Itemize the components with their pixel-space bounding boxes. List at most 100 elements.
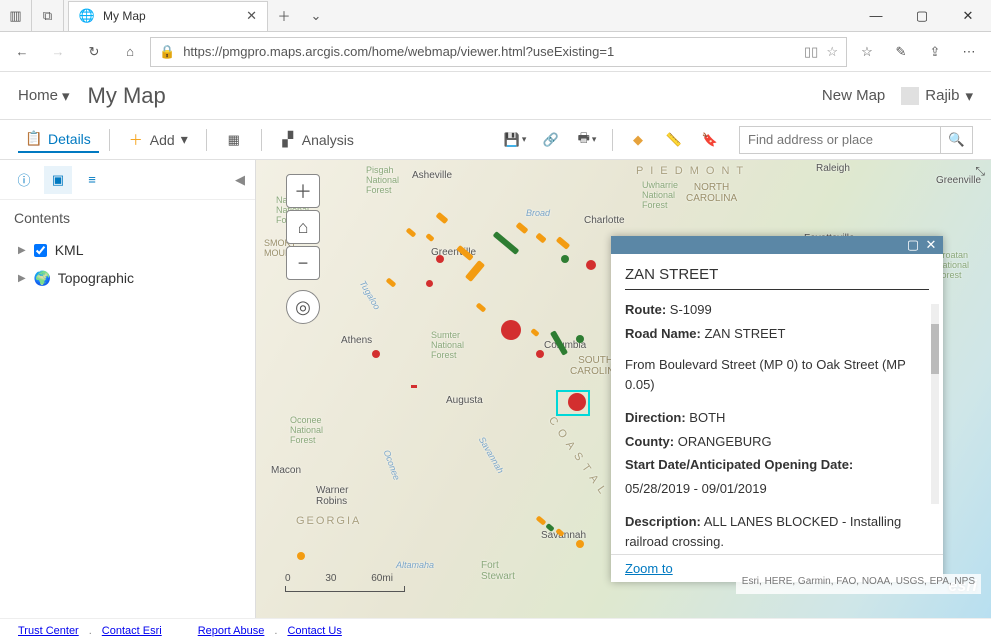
footer-trust-center[interactable]: Trust Center [18,625,79,637]
basemap-button[interactable]: ▦ [217,126,251,154]
map-marker[interactable] [576,335,584,343]
map-zoom-controls: ＋ ⌂ − ◎ [286,174,320,324]
map-city-label: Greenville [936,175,981,186]
sidebar-tab-content[interactable]: ▣ [44,166,72,194]
map-marker[interactable] [536,350,544,358]
directions-button[interactable]: ◆ [621,126,655,154]
zoom-in-button[interactable]: ＋ [286,174,320,208]
zoom-to-link[interactable]: Zoom to [625,561,673,576]
popup-scrollbar[interactable] [931,304,939,504]
expand-triangle-icon[interactable]: ▶ [18,273,26,284]
lock-icon: 🔒 [159,44,175,60]
layer-name: KML [55,242,84,258]
footer-contact-us[interactable]: Contact Us [287,625,341,637]
map-canvas[interactable]: ⤡ P I E D M O N T NORTH CAROLINA SOUTH C… [256,160,991,618]
scrollbar-thumb[interactable] [931,324,939,374]
popup-maximize-icon[interactable]: ▢ [905,237,921,253]
page-title: My Map [88,83,166,109]
sidebar-tab-legend[interactable]: ≡ [78,166,106,194]
layers-icon: ▣ [52,172,64,188]
search-button[interactable]: 🔍 [940,127,972,153]
map-city-label: Raleigh [816,163,850,174]
popup-field-date: 05/28/2019 - 09/01/2019 [625,479,929,499]
maximize-button[interactable]: ▢ [899,0,945,32]
collapse-sidebar-icon[interactable]: ◀ [235,172,245,188]
url-box[interactable]: 🔒 ▯▯ ☆ [150,37,847,67]
nav-forward-button[interactable]: → [42,36,74,68]
more-icon[interactable]: ⋯ [953,36,985,68]
map-forest-label: Fort Stewart [481,560,515,582]
analysis-icon: ▞ [280,132,296,148]
popup-close-icon[interactable]: ✕ [923,237,939,253]
layer-checkbox[interactable] [34,244,47,257]
map-city-label: Augusta [446,395,483,406]
scalebar-line [285,586,405,592]
home-button[interactable]: ⌂ [114,36,146,68]
info-icon: ⓘ [17,170,30,189]
header-home-label: Home [18,87,58,104]
close-window-button[interactable]: ✕ [945,0,991,32]
analysis-label: Analysis [302,132,354,148]
sidebar-tabs: ⓘ ▣ ≡ ◀ [0,160,255,200]
share-icon[interactable]: ⇪ [919,36,951,68]
analysis-button[interactable]: ▞ Analysis [272,128,362,152]
popup-title: ZAN STREET [625,266,929,290]
sidebar-item-topographic[interactable]: ▶ 🌍 Topographic [0,264,255,292]
share-button[interactable]: 🔗 [534,126,568,154]
sidebar-tab-about[interactable]: ⓘ [10,166,38,194]
new-map-link[interactable]: New Map [822,87,885,104]
header-home-link[interactable]: Home ▾ [18,87,70,105]
map-marker[interactable] [561,255,569,263]
map-label-state: NORTH CAROLINA [686,182,737,204]
map-marker[interactable] [586,260,596,270]
save-button[interactable]: 💾▾ [498,126,532,154]
link-icon: 🔗 [543,132,559,148]
reading-view-icon[interactable]: ▯▯ [804,44,818,60]
tab-close-icon[interactable]: ✕ [246,8,257,24]
bookmarks-button[interactable]: 🔖 [693,126,727,154]
favorites-hub-icon[interactable]: ☆ [851,36,883,68]
popup-header: ▢ ✕ [611,236,943,254]
print-button[interactable]: 🖶▾ [570,126,604,154]
minimize-button[interactable]: — [853,0,899,32]
new-tab-button[interactable]: ＋ [268,6,300,25]
search-input[interactable] [740,132,940,147]
expand-triangle-icon[interactable]: ▶ [18,245,26,256]
locate-button[interactable]: ◎ [286,290,320,324]
map-city-label: Asheville [412,170,452,181]
url-input[interactable] [183,44,796,59]
set-aside-tabs-icon[interactable]: ⧉ [32,0,64,32]
nav-back-button[interactable]: ← [6,36,38,68]
map-marker[interactable] [411,385,417,388]
tab-actions-chevron-icon[interactable]: ⌄ [300,8,332,24]
map-forest-label: Sumter National Forest [431,330,464,360]
recent-activity-icon[interactable]: ▥ [0,0,32,32]
footer-report-abuse[interactable]: Report Abuse [198,625,265,637]
footer-contact-esri[interactable]: Contact Esri [102,625,162,637]
window-titlebar: ▥ ⧉ 🌐 My Map ✕ ＋ ⌄ — ▢ ✕ [0,0,991,32]
details-icon: 📋 [26,131,42,147]
measure-button[interactable]: 📏 [657,126,691,154]
map-marker[interactable] [501,320,521,340]
browser-tab[interactable]: 🌐 My Map ✕ [68,1,268,31]
separator [109,129,110,151]
content-area: ⓘ ▣ ≡ ◀ Contents ▶ KML ▶ 🌍 Topographic ⤡… [0,160,991,618]
map-marker[interactable] [426,280,433,287]
refresh-button[interactable]: ↻ [78,36,110,68]
zoom-out-button[interactable]: − [286,246,320,280]
add-button[interactable]: ＋ Add ▾ [120,127,196,152]
map-marker[interactable] [372,350,380,358]
map-scalebar: 0 30 60mi [285,573,405,592]
map-marker[interactable] [576,540,584,548]
sidebar-heading: Contents [0,200,255,236]
map-marker[interactable] [436,255,444,263]
user-name: Rajib [925,87,959,104]
default-extent-button[interactable]: ⌂ [286,210,320,244]
user-menu[interactable]: Rajib ▾ [901,87,973,105]
app-footer: Trust Center . Contact Esri Report Abuse… [0,618,991,642]
sidebar-item-kml[interactable]: ▶ KML [0,236,255,264]
favorite-star-icon[interactable]: ☆ [826,44,838,60]
map-marker[interactable] [297,552,305,560]
notes-icon[interactable]: ✎ [885,36,917,68]
tab-details[interactable]: 📋 Details [18,127,99,153]
